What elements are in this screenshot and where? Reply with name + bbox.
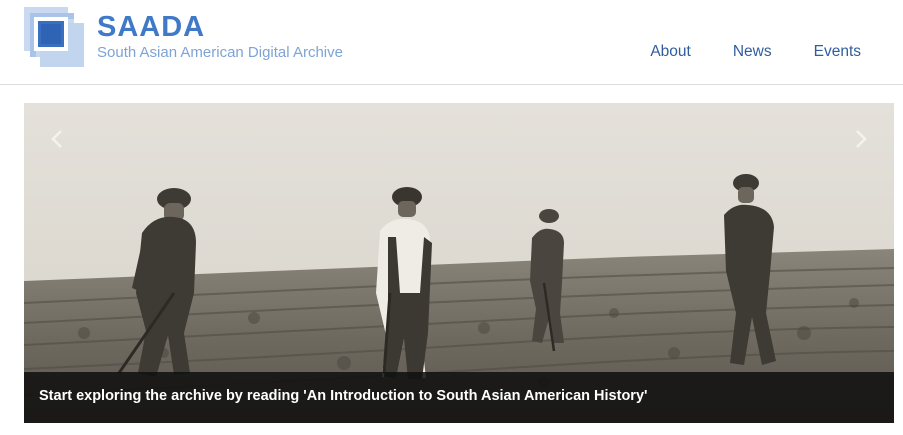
chevron-left-icon[interactable] bbox=[46, 127, 70, 151]
site-subtitle: South Asian American Digital Archive bbox=[97, 44, 343, 61]
nav-item-news[interactable]: News bbox=[733, 43, 772, 61]
nav-item-about[interactable]: About bbox=[650, 43, 691, 61]
site-header: SAADA South Asian American Digital Archi… bbox=[0, 0, 903, 85]
chevron-right-icon[interactable] bbox=[848, 127, 872, 151]
saada-logo-icon[interactable] bbox=[24, 7, 84, 67]
main-nav: About News Events bbox=[650, 43, 861, 61]
caption-link[interactable]: Start exploring the archive by reading '… bbox=[39, 388, 647, 404]
featured-carousel[interactable]: Start exploring the archive by reading '… bbox=[24, 103, 894, 423]
nav-item-events[interactable]: Events bbox=[814, 43, 861, 61]
site-title[interactable]: SAADA bbox=[97, 10, 205, 44]
carousel-caption: Start exploring the archive by reading '… bbox=[24, 372, 894, 423]
